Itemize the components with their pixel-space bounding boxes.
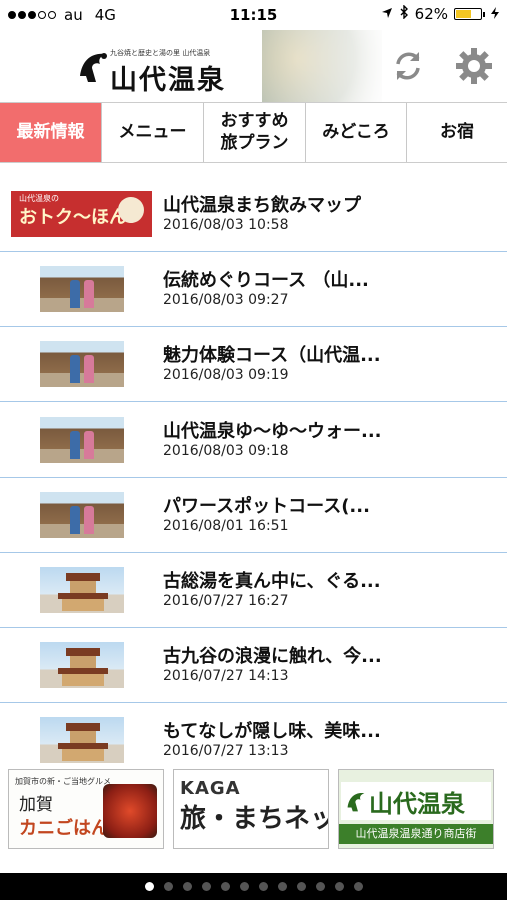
banner-logo-text: 山代温泉: [369, 789, 465, 818]
page-indicator: [0, 873, 507, 900]
tab-menu[interactable]: メニュー: [102, 103, 204, 162]
battery-icon: [454, 8, 482, 20]
news-title: 山代温泉ゆ〜ゆ〜ウォー...: [163, 421, 382, 442]
banner-kaga-label: KAGA: [180, 778, 241, 799]
banner-accent: カニごはん: [19, 818, 109, 839]
page-dot[interactable]: [258, 882, 268, 891]
bird-logo-icon: [347, 793, 365, 812]
news-title: もてなしが隠し味、美味...: [163, 721, 381, 742]
banner-subtitle: 山代温泉温泉通り商店街: [339, 824, 493, 844]
list-item[interactable]: 魅力体験コース（山代温... 2016/08/03 09:19: [0, 327, 507, 402]
news-thumbnail: 山代温泉の おトク〜ほん!: [11, 191, 152, 237]
thumbnail-mascot: [118, 197, 144, 223]
page-dot[interactable]: [163, 882, 173, 891]
page-dot[interactable]: [353, 882, 363, 891]
page-dot[interactable]: [315, 882, 325, 891]
news-date: 2016/08/01 16:51: [163, 518, 289, 534]
list-item[interactable]: 山代温泉ゆ〜ゆ〜ウォー... 2016/08/03 09:18: [0, 403, 507, 478]
location-arrow-icon: [381, 5, 393, 23]
list-item[interactable]: パワースポットコース(... 2016/08/01 16:51: [0, 478, 507, 553]
list-item[interactable]: 古九谷の浪漫に触れ、今... 2016/07/27 14:13: [0, 628, 507, 703]
crab-dish-image: [103, 784, 157, 838]
battery-fill: [456, 10, 471, 18]
news-date: 2016/08/03 10:58: [163, 217, 289, 233]
news-thumbnail: [40, 642, 124, 688]
news-date: 2016/07/27 13:13: [163, 743, 289, 759]
ad-banners: 加賀市の新・ご当地グルメ 加賀 カニごはん KAGA 旅・まちネット 山代温泉 …: [0, 765, 507, 873]
news-thumbnail: [40, 567, 124, 613]
status-right: 62%: [381, 4, 499, 23]
news-date: 2016/08/03 09:27: [163, 292, 289, 308]
refresh-button[interactable]: [386, 44, 430, 88]
page-dot[interactable]: [144, 882, 154, 891]
gear-icon: [456, 48, 492, 84]
news-title: 伝統めぐりコース （山...: [163, 270, 369, 291]
battery-percent: 62%: [414, 5, 448, 23]
refresh-icon: [396, 52, 420, 80]
news-title: 山代温泉まち飲みマップ: [163, 195, 361, 216]
news-title: 古九谷の浪漫に触れ、今...: [163, 646, 382, 667]
category-tabs: 最新情報 メニュー おすすめ 旅プラン みどころ お宿: [0, 102, 507, 163]
list-item[interactable]: 山代温泉の おトク〜ほん! 山代温泉まち飲みマップ 2016/08/03 10:…: [0, 177, 507, 252]
banner-yamashiro-shopping-street[interactable]: 山代温泉 山代温泉温泉通り商店街: [338, 769, 494, 849]
page-dot[interactable]: [182, 882, 192, 891]
news-list: 山代温泉の おトク〜ほん! 山代温泉まち飲みマップ 2016/08/03 10:…: [0, 163, 507, 765]
news-thumbnail: [40, 266, 124, 312]
list-item[interactable]: 古総湯を真ん中に、ぐる... 2016/07/27 16:27: [0, 553, 507, 628]
banner-kaga-crab-rice[interactable]: 加賀市の新・ご当地グルメ 加賀 カニごはん: [8, 769, 164, 849]
logo-text: 山代温泉: [110, 65, 226, 96]
news-title: パワースポットコース(...: [163, 496, 370, 517]
battery-tip: [483, 11, 485, 17]
news-thumbnail: [40, 492, 124, 538]
page-dot[interactable]: [334, 882, 344, 891]
app-logo: 九谷焼と歴史と湯の里 山代温泉 山代温泉: [76, 40, 246, 96]
page-dot[interactable]: [277, 882, 287, 891]
news-date: 2016/07/27 16:27: [163, 593, 289, 609]
tab-latest-info[interactable]: 最新情報: [0, 103, 102, 162]
banner-logo: 山代温泉: [341, 782, 491, 820]
page-dot[interactable]: [239, 882, 249, 891]
charging-icon: [491, 5, 499, 23]
banner-title: 旅・まちネット: [180, 804, 328, 834]
news-title: 古総湯を真ん中に、ぐる...: [163, 571, 381, 592]
banner-title: 加賀: [19, 795, 53, 815]
page-dot[interactable]: [201, 882, 211, 891]
list-item[interactable]: 伝統めぐりコース （山... 2016/08/03 09:27: [0, 252, 507, 327]
page-dot[interactable]: [220, 882, 230, 891]
bird-logo-icon: [80, 53, 107, 82]
list-item[interactable]: もてなしが隠し味、美味... 2016/07/27 13:13: [0, 703, 507, 765]
news-date: 2016/08/03 09:19: [163, 367, 289, 383]
status-bar: au 4G 11:15 62%: [0, 0, 507, 30]
news-thumbnail: [40, 417, 124, 463]
bluetooth-icon: [399, 4, 409, 23]
header-photo: [262, 30, 382, 102]
banner-caption: 加賀市の新・ご当地グルメ: [15, 777, 111, 786]
app-header: 九谷焼と歴史と湯の里 山代温泉 山代温泉: [0, 30, 507, 102]
logo-tagline: 九谷焼と歴史と湯の里 山代温泉: [110, 49, 211, 57]
banner-kaga-tabimachi-net[interactable]: KAGA 旅・まちネット: [173, 769, 329, 849]
tab-lodging[interactable]: お宿: [407, 103, 507, 162]
page-dot[interactable]: [296, 882, 306, 891]
tab-recommended-plan[interactable]: おすすめ 旅プラン: [204, 103, 306, 162]
news-date: 2016/07/27 14:13: [163, 668, 289, 684]
tab-sights[interactable]: みどころ: [306, 103, 407, 162]
news-date: 2016/08/03 09:18: [163, 443, 289, 459]
news-thumbnail: [40, 341, 124, 387]
news-title: 魅力体験コース（山代温...: [163, 345, 381, 366]
settings-button[interactable]: [452, 44, 496, 88]
news-thumbnail: [40, 717, 124, 763]
